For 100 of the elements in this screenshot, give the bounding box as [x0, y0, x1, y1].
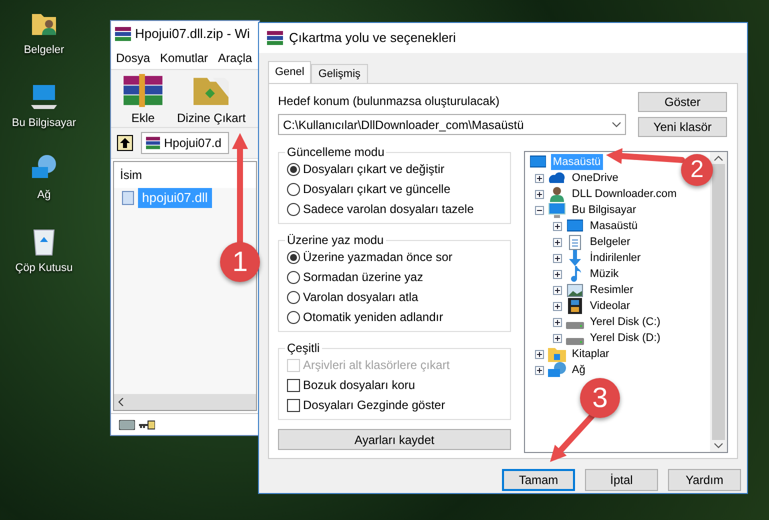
tree-item[interactable]: Yerel Disk (C:) — [588, 314, 662, 330]
music-note-icon — [568, 266, 581, 282]
user-icon — [550, 186, 564, 202]
group-title: Güncelleme modu — [286, 144, 386, 161]
books-icon — [146, 136, 160, 150]
radio-label[interactable]: Dosyaları çıkart ve güncelle — [303, 180, 450, 198]
menu-item[interactable]: Araçla — [218, 49, 252, 67]
up-arrow-icon — [120, 138, 130, 148]
radio-label[interactable]: Dosyaları çıkart ve değiştir — [303, 160, 444, 178]
document-icon — [568, 234, 581, 250]
computer-icon — [548, 202, 566, 218]
desktop-icon-label[interactable]: Ağ — [37, 187, 51, 204]
checkbox[interactable] — [287, 378, 300, 392]
chevron-down-icon — [714, 443, 723, 449]
drive-icon — [566, 322, 584, 328]
radio-label[interactable]: Otomatik yeniden adlandır — [303, 308, 444, 326]
dialog-button[interactable]: Yardım — [668, 469, 741, 491]
monitor-icon — [566, 219, 583, 233]
expand-icon[interactable] — [552, 318, 562, 326]
up-folder-button[interactable] — [117, 135, 133, 151]
radio-button[interactable] — [287, 162, 300, 176]
column-header[interactable]: İsim — [114, 162, 256, 188]
desktop-icon-label[interactable]: Bu Bilgisayar — [12, 114, 76, 131]
expand-icon[interactable] — [534, 174, 544, 182]
window-title: Hpojui07.dll.zip - Wi — [135, 25, 250, 44]
drive-icon — [119, 420, 135, 430]
dialog-button[interactable]: Tamam — [502, 469, 575, 491]
expand-icon[interactable] — [552, 238, 562, 246]
tree-item[interactable]: Belgeler — [588, 234, 632, 250]
chevron-down-icon — [612, 122, 621, 128]
chevron-left-icon — [118, 398, 124, 406]
toolbar-button[interactable]: Dizine Çıkart — [177, 74, 246, 127]
tree-item[interactable]: Müzik — [588, 266, 621, 282]
destination-combo[interactable]: C:\Kullanıcılar\DllDownloader_com\Masaüstü — [278, 114, 626, 135]
save-settings-button[interactable]: Ayarları kaydet — [278, 429, 511, 450]
books-icon — [267, 30, 283, 46]
globe-monitor-icon — [548, 362, 566, 378]
radio-label[interactable]: Üzerine yazmadan önce sor — [303, 248, 452, 266]
dialog-button[interactable]: Göster — [638, 92, 727, 112]
picture-icon — [566, 284, 583, 296]
tree-item[interactable]: Ağ — [570, 362, 588, 378]
key-icon — [139, 420, 155, 430]
radio-label[interactable]: Sormadan üzerine yaz — [303, 268, 424, 286]
chevron-up-icon — [714, 155, 723, 161]
tree-item[interactable]: Kitaplar — [570, 346, 612, 362]
radio-button[interactable] — [287, 270, 300, 284]
checkbox-label[interactable]: Bozuk dosyaları koru — [303, 376, 416, 394]
tree-item[interactable]: Masaüstü — [588, 218, 640, 234]
down-arrow-icon — [568, 250, 582, 266]
expand-icon[interactable] — [552, 286, 562, 294]
radio-button[interactable] — [287, 182, 300, 196]
tab[interactable]: Genel — [268, 61, 312, 83]
radio-button[interactable] — [287, 310, 300, 324]
checkbox-label[interactable]: Dosyaları Gezginde göster — [303, 396, 446, 414]
tree-item[interactable]: DLL Downloader.com — [570, 186, 679, 202]
toolbar-button[interactable]: Ekle — [121, 74, 165, 127]
menu-item[interactable]: Komutlar — [160, 49, 208, 67]
dialog-button[interactable]: Yeni klasör — [638, 117, 727, 137]
cloud-icon — [548, 172, 565, 184]
expand-icon[interactable] — [552, 302, 562, 310]
path-field[interactable]: Hpojui07.d — [141, 132, 229, 154]
tree-item[interactable]: İndirilenler — [588, 250, 643, 266]
radio-button[interactable] — [287, 250, 300, 264]
tree-item[interactable]: Videolar — [588, 298, 632, 314]
tab[interactable]: Gelişmiş — [311, 64, 368, 83]
expand-icon[interactable] — [552, 270, 562, 278]
dialog-title: Çıkartma yolu ve seçenekleri — [289, 29, 456, 48]
dialog-button[interactable]: İptal — [585, 469, 658, 491]
books-icon — [121, 74, 165, 107]
horizontal-scrollbar[interactable] — [114, 394, 256, 410]
collapse-icon[interactable] — [534, 206, 544, 214]
expand-icon[interactable] — [534, 190, 544, 198]
folder-icon — [548, 346, 566, 362]
radio-button[interactable] — [287, 290, 300, 304]
file-icon — [122, 191, 134, 205]
arrow — [550, 413, 595, 462]
desktop-icon-label[interactable]: Belgeler — [24, 42, 64, 58]
books-icon — [115, 26, 131, 42]
expand-icon[interactable] — [552, 254, 562, 262]
tree-item[interactable]: Yerel Disk (D:) — [588, 330, 662, 346]
expand-icon[interactable] — [534, 350, 544, 358]
monitor-icon — [530, 155, 546, 169]
group-title: Üzerine yaz modu — [286, 232, 385, 249]
drive-icon — [566, 338, 584, 344]
group-title: Çeşitli — [286, 340, 321, 357]
vertical-scrollbar[interactable] — [710, 152, 727, 452]
expand-icon[interactable] — [552, 334, 562, 342]
radio-label[interactable]: Varolan dosyaları atla — [303, 288, 418, 306]
tree-item[interactable]: OneDrive — [570, 170, 620, 186]
expand-icon[interactable] — [552, 222, 562, 230]
radio-button[interactable] — [287, 202, 300, 216]
tree-item[interactable]: Bu Bilgisayar — [570, 202, 638, 218]
radio-label[interactable]: Sadece varolan dosyaları tazele — [303, 200, 474, 218]
desktop-icon-label[interactable]: Çöp Kutusu — [15, 260, 73, 276]
checkbox[interactable] — [287, 398, 300, 412]
field-label: Hedef konum (bulunmazsa oluşturulacak) — [278, 93, 500, 110]
film-icon — [568, 298, 582, 314]
tree-item[interactable]: Resimler — [588, 282, 636, 298]
expand-icon[interactable] — [534, 366, 544, 374]
menu-item[interactable]: Dosya — [116, 49, 150, 67]
